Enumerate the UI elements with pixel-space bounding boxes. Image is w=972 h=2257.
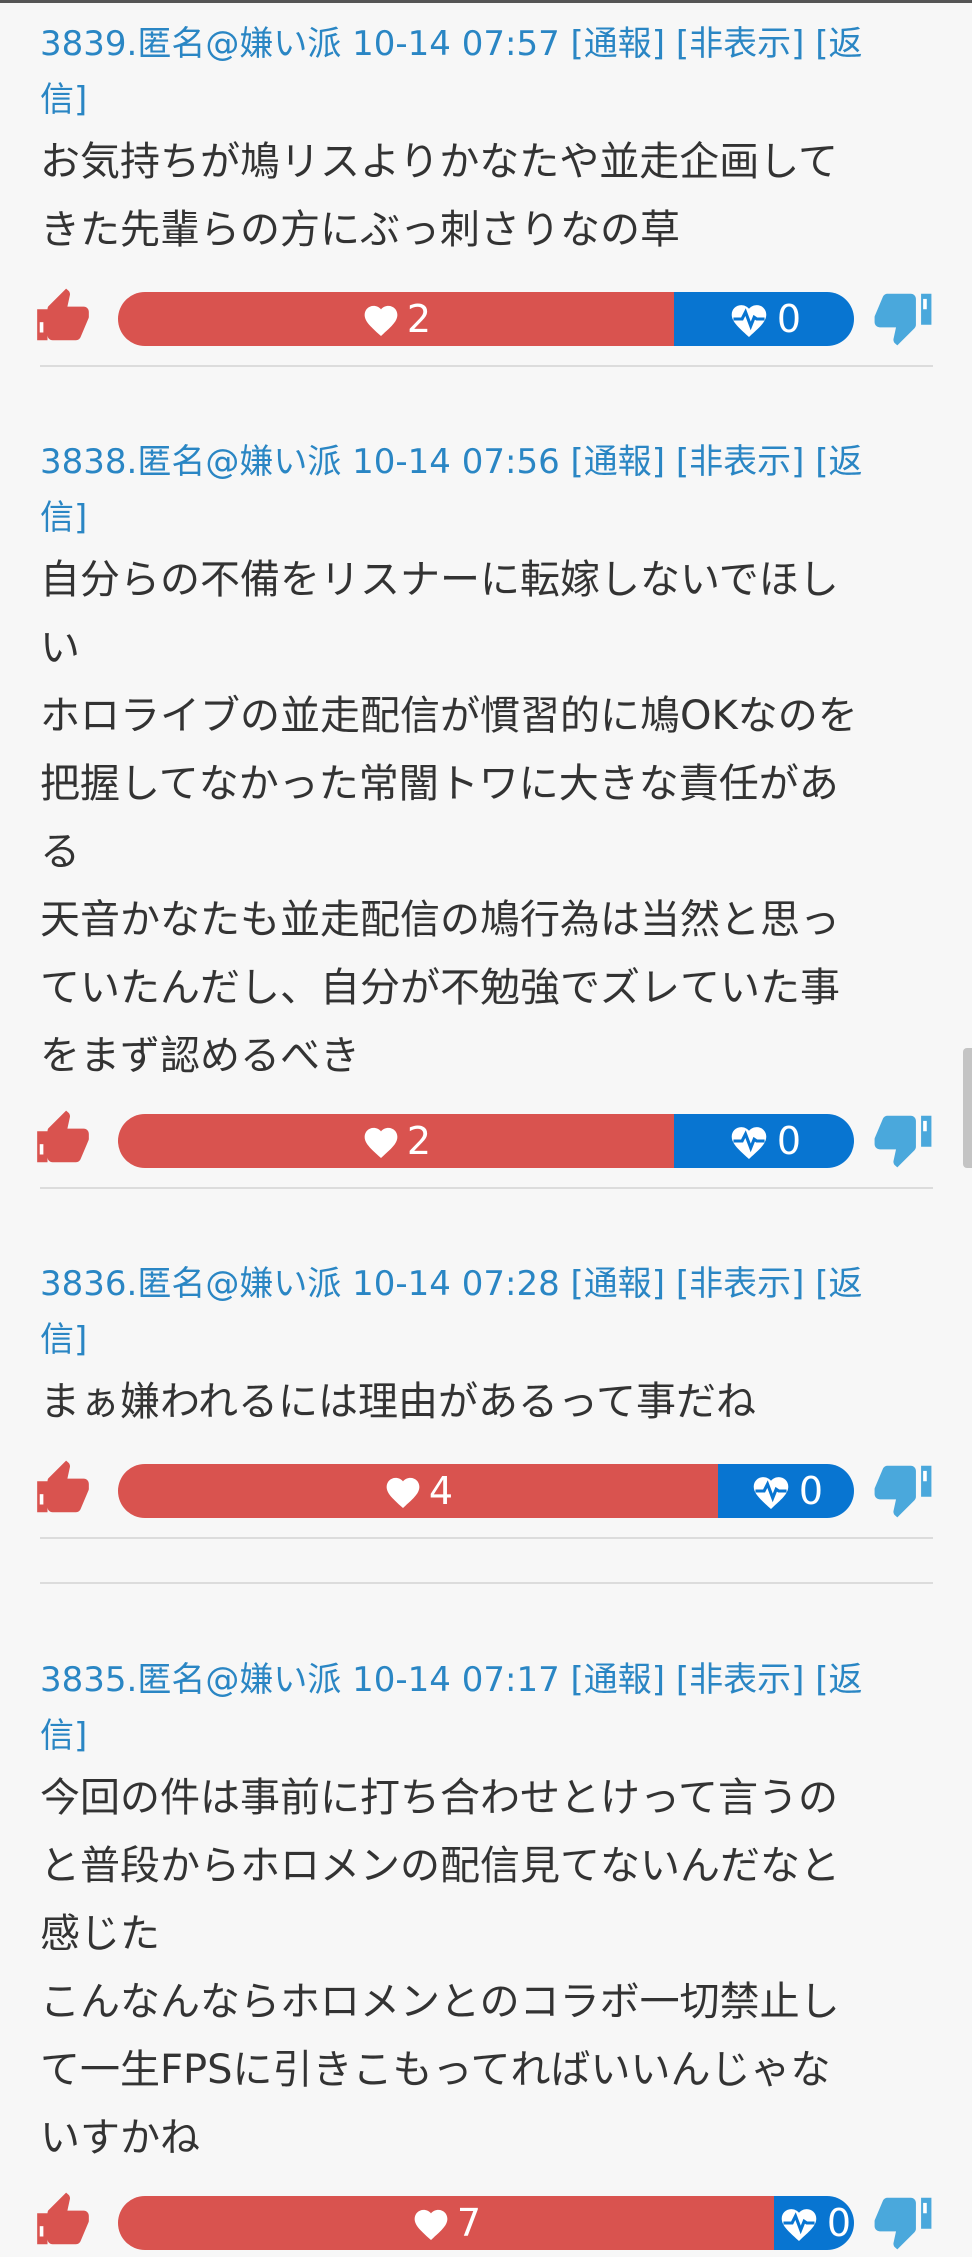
- heart-icon: [364, 1127, 398, 1159]
- heartbeat-icon: [731, 305, 767, 337]
- hide-link[interactable]: [非表示]: [676, 1660, 805, 1700]
- thumbs-up-icon[interactable]: [32, 286, 94, 348]
- comment-line: 感じた: [40, 1911, 160, 1957]
- bad-segment[interactable]: 0: [674, 1114, 854, 1168]
- good-count: 4: [428, 1469, 454, 1513]
- bad-count: 0: [826, 2201, 852, 2245]
- comment-line: と普段からホロメンの配信見てないんだなと: [40, 1843, 840, 1889]
- vote-row: 7 0: [0, 2192, 972, 2252]
- comment-line: 天音かなたも並走配信の鳩行為は当然と思っ: [40, 897, 840, 943]
- comment-meta: 3839.匿名@嫌い派 10-14 07:57: [40, 24, 560, 64]
- bad-count: 0: [776, 1119, 802, 1163]
- bad-segment[interactable]: 0: [774, 2196, 854, 2250]
- comment-line: い: [40, 625, 80, 671]
- thumbs-down-icon[interactable]: [872, 286, 934, 348]
- comment-line: 把握してなかった常闇トワに大きな責任があ: [40, 761, 839, 807]
- vote-row: 4 0: [0, 1460, 972, 1520]
- heart-icon: [386, 1477, 420, 1509]
- report-link[interactable]: [通報]: [571, 1660, 666, 1700]
- bad-count: 0: [798, 1469, 824, 1513]
- comment-line: いすかね: [40, 2115, 200, 2161]
- comment-line: お気持ちが鳩リスよりかなたや並走企画して: [40, 139, 838, 185]
- good-count: 2: [406, 1119, 432, 1163]
- hide-link[interactable]: [非表示]: [676, 442, 805, 482]
- comment-meta: 3835.匿名@嫌い派 10-14 07:17: [40, 1660, 560, 1700]
- comment-line: て一生FPSに引きこもってればいいんじゃな: [40, 2047, 831, 2093]
- bad-segment[interactable]: 0: [674, 292, 854, 346]
- comment-line: をまず認めるべき: [40, 1033, 360, 1079]
- comment-line: 今回の件は事前に打ち合わせとけって言うの: [40, 1775, 838, 1821]
- comment-line: きた先輩らの方にぶっ刺さりなの草: [40, 207, 680, 253]
- bad-count: 0: [776, 297, 802, 341]
- good-segment[interactable]: 7: [118, 2196, 774, 2250]
- comment-line: る: [40, 829, 80, 875]
- separator: [40, 365, 933, 367]
- heart-icon: [414, 2209, 448, 2241]
- report-link[interactable]: [通報]: [571, 442, 666, 482]
- vote-row: 2 0: [0, 1110, 972, 1170]
- comment-line: こんなんならホロメンとのコラボ一切禁止し: [40, 1979, 840, 2025]
- heartbeat-icon: [781, 2209, 817, 2241]
- comment-line: 自分らの不備をリスナーに転嫁しないでほし: [40, 557, 839, 603]
- heartbeat-icon: [731, 1127, 767, 1159]
- hide-link[interactable]: [非表示]: [676, 24, 805, 64]
- comment-meta: 3838.匿名@嫌い派 10-14 07:56: [40, 442, 560, 482]
- separator: [40, 1537, 933, 1539]
- good-count: 7: [456, 2201, 482, 2245]
- thumbs-down-icon[interactable]: [872, 1458, 934, 1520]
- comment-header: 3839.匿名@嫌い派 10-14 07:57 [通報] [非表示] [返信]: [40, 16, 900, 128]
- heart-icon: [364, 305, 398, 337]
- comment-meta: 3836.匿名@嫌い派 10-14 07:28: [40, 1264, 560, 1304]
- thumbs-down-icon[interactable]: [872, 1108, 934, 1170]
- thumbs-up-icon[interactable]: [32, 2190, 94, 2252]
- thumbs-down-icon[interactable]: [872, 2190, 934, 2252]
- report-link[interactable]: [通報]: [571, 24, 666, 64]
- heartbeat-icon: [753, 1477, 789, 1509]
- thumbs-up-icon[interactable]: [32, 1108, 94, 1170]
- comment-body: まぁ嫌われるには理由があるって事だね: [40, 1368, 920, 1436]
- top-edge: [0, 0, 972, 3]
- comment-body: 今回の件は事前に打ち合わせとけって言うの と普段からホロメンの配信見てないんだな…: [40, 1764, 920, 2172]
- comment-body: 自分らの不備をリスナーに転嫁しないでほし い ホロライブの並走配信が慣習的に鳩O…: [40, 546, 920, 1090]
- vote-bar: 2 0: [118, 292, 854, 346]
- comment-line: ホロライブの並走配信が慣習的に鳩OKなのを: [40, 693, 858, 739]
- good-segment[interactable]: 2: [118, 1114, 674, 1168]
- vote-bar: 7 0: [118, 2196, 854, 2250]
- good-segment[interactable]: 2: [118, 292, 674, 346]
- comment-header: 3836.匿名@嫌い派 10-14 07:28 [通報] [非表示] [返信]: [40, 1256, 900, 1368]
- thumbs-up-icon[interactable]: [32, 1458, 94, 1520]
- comment-header: 3838.匿名@嫌い派 10-14 07:56 [通報] [非表示] [返信]: [40, 434, 900, 546]
- comment-line: ていたんだし、自分が不勉強でズレていた事: [40, 965, 840, 1011]
- hide-link[interactable]: [非表示]: [676, 1264, 805, 1304]
- report-link[interactable]: [通報]: [571, 1264, 666, 1304]
- vote-bar: 4 0: [118, 1464, 854, 1518]
- comment-line: まぁ嫌われるには理由があるって事だね: [40, 1379, 756, 1425]
- vote-bar: 2 0: [118, 1114, 854, 1168]
- good-count: 2: [406, 297, 432, 341]
- separator: [40, 1582, 933, 1584]
- bad-segment[interactable]: 0: [718, 1464, 854, 1518]
- separator: [40, 1187, 933, 1189]
- good-segment[interactable]: 4: [118, 1464, 718, 1518]
- comment-body: お気持ちが鳩リスよりかなたや並走企画して きた先輩らの方にぶっ刺さりなの草: [40, 128, 920, 264]
- vote-row: 2 0: [0, 288, 972, 348]
- comment-header: 3835.匿名@嫌い派 10-14 07:17 [通報] [非表示] [返信]: [40, 1652, 900, 1764]
